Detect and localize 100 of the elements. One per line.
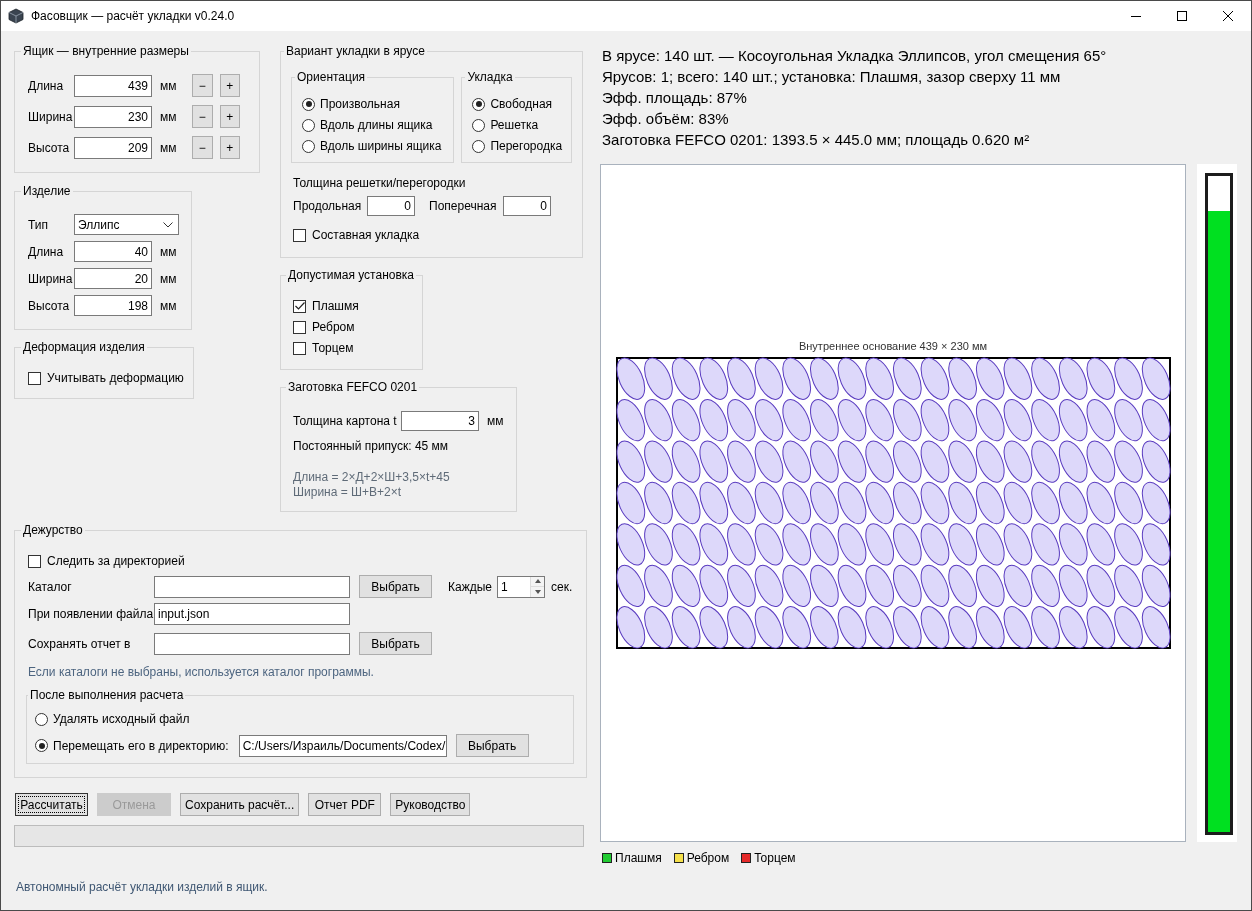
- spin-down-button[interactable]: [530, 586, 544, 597]
- radio-button[interactable]: [472, 139, 486, 153]
- decrement-button[interactable]: −: [192, 74, 213, 97]
- radio-option[interactable]: Удалять исходный файл: [35, 711, 190, 727]
- group-title: Допустимая установка: [287, 268, 416, 283]
- number-field[interactable]: 439: [74, 74, 152, 97]
- action-button[interactable]: Отчет PDF: [308, 793, 382, 816]
- radio-option[interactable]: Вдоль длины ящика: [302, 117, 446, 133]
- spin-up-button[interactable]: [530, 576, 544, 586]
- group-title: Заготовка FEFCO 0201: [287, 380, 419, 395]
- chevron-down-icon: [163, 221, 173, 228]
- checkmark-icon: [294, 302, 305, 310]
- interval-spinner[interactable]: 1: [497, 575, 545, 598]
- number-field[interactable]: 3: [401, 411, 479, 431]
- unit-label: мм: [160, 140, 178, 155]
- field-label: Поперечная: [429, 199, 498, 213]
- folder-field[interactable]: [154, 575, 350, 598]
- legend-label: Ребром: [686, 851, 730, 865]
- number-field[interactable]: 20: [74, 268, 152, 289]
- number-field[interactable]: 198: [74, 295, 152, 316]
- checkbox-option[interactable]: Торцем: [293, 340, 412, 356]
- formula-text: Ширина = Ш+В+2×t: [293, 485, 403, 500]
- number-field[interactable]: 209: [74, 136, 152, 159]
- unit-label: мм: [160, 271, 178, 286]
- formula-text: Длина = 2×Д+2×Ш+3,5×t+45: [293, 470, 451, 485]
- maximize-icon: [1177, 11, 1187, 21]
- checkbox[interactable]: [293, 341, 306, 355]
- field-label: Ширина: [28, 271, 74, 286]
- filename-field[interactable]: input.json: [154, 603, 350, 625]
- browse-button[interactable]: Выбрать: [359, 632, 432, 655]
- browse-button[interactable]: Выбрать: [359, 575, 432, 598]
- field-label: Каждые: [448, 579, 492, 594]
- checkbox-option[interactable]: Составная укладка: [293, 227, 572, 243]
- radio-button[interactable]: [302, 139, 315, 153]
- section-label: Толщина решетки/перегородки: [293, 176, 467, 191]
- radio-option[interactable]: Произвольная: [302, 96, 446, 112]
- radio-button[interactable]: [302, 118, 315, 132]
- type-dropdown[interactable]: Эллипс: [74, 214, 179, 235]
- window-title: Фасовщик — расчёт укладки v0.24.0: [31, 9, 235, 23]
- checkbox[interactable]: [293, 299, 306, 313]
- checkbox[interactable]: [293, 228, 306, 242]
- field-label: Высота: [28, 140, 71, 155]
- field-label: Тип: [28, 217, 49, 232]
- summary-line: В ярусе: 140 шт. — Косоугольная Укладка Эллипсов, угол смещения 65°: [602, 46, 1108, 66]
- radio-button[interactable]: [472, 118, 486, 132]
- checkbox[interactable]: [28, 554, 41, 568]
- number-field[interactable]: 230: [74, 105, 152, 128]
- radio-button[interactable]: [472, 97, 486, 111]
- checkbox[interactable]: [28, 371, 41, 385]
- radio-option[interactable]: Перемещать его в директорию:: [35, 737, 229, 754]
- close-icon: [1223, 11, 1233, 21]
- unit-label: сек.: [551, 579, 573, 594]
- unit-label: мм: [160, 298, 178, 313]
- field-label: Каталог: [28, 579, 73, 594]
- unit-label: мм: [160, 244, 178, 259]
- increment-button[interactable]: +: [219, 74, 240, 97]
- field-label: Длина: [28, 244, 65, 259]
- group-title: Изделие: [22, 184, 72, 199]
- increment-button[interactable]: +: [219, 105, 240, 128]
- unit-label: мм: [160, 78, 178, 93]
- action-button[interactable]: Рассчитать: [15, 793, 88, 816]
- radio-button[interactable]: [302, 97, 315, 111]
- number-field[interactable]: 0: [367, 196, 415, 216]
- group-title: Укладка: [466, 70, 514, 85]
- group-title: Ориентация: [296, 70, 367, 85]
- hint-text: Если каталоги не выбраны, используется каталог программы.: [28, 665, 375, 680]
- action-button[interactable]: Сохранить расчёт...: [180, 793, 300, 816]
- checkbox[interactable]: [293, 320, 306, 334]
- number-field[interactable]: 40: [74, 241, 152, 262]
- field-label: Сохранять отчет в: [28, 636, 132, 651]
- field-label: Ширина: [28, 109, 74, 124]
- legend-label: Плашмя: [615, 851, 662, 865]
- radio-option[interactable]: Вдоль ширины ящика: [302, 138, 446, 154]
- decrement-button[interactable]: −: [192, 136, 213, 159]
- group-title: Ящик — внутренние размеры: [22, 44, 190, 59]
- unit-label: мм: [160, 109, 178, 124]
- increment-button[interactable]: +: [219, 136, 240, 159]
- group-title: После выполнения расчета: [29, 688, 185, 703]
- field-label: При появлении файла: [28, 607, 154, 621]
- radio-option[interactable]: Перегородка: [472, 138, 563, 154]
- action-button[interactable]: Руководство: [390, 793, 471, 816]
- field-label: Высота: [28, 298, 71, 313]
- allowance-text: Постоянный припуск: 45 мм: [293, 439, 450, 454]
- field-label: Продольная: [293, 199, 363, 213]
- folder-field[interactable]: [154, 632, 350, 655]
- caret-down-icon: [534, 589, 541, 594]
- group-title: Деформация изделия: [22, 340, 146, 355]
- checkbox-option[interactable]: Следить за директорией: [28, 553, 575, 569]
- group-title: Дежурство: [22, 523, 84, 538]
- checkbox-option[interactable]: Плашмя: [293, 298, 412, 314]
- cube-icon: [8, 8, 24, 24]
- radio-option[interactable]: Решетка: [472, 117, 563, 133]
- radio-button[interactable]: [35, 712, 48, 726]
- number-field[interactable]: 0: [503, 196, 551, 216]
- path-field[interactable]: C:/Users/Израиль/Documents/Codex/: [238, 734, 447, 757]
- radio-option[interactable]: Свободная: [472, 96, 563, 112]
- radio-button[interactable]: [35, 739, 48, 752]
- browse-button[interactable]: Выбрать: [455, 734, 529, 757]
- checkbox-option[interactable]: Ребром: [293, 319, 412, 335]
- decrement-button[interactable]: −: [192, 105, 213, 128]
